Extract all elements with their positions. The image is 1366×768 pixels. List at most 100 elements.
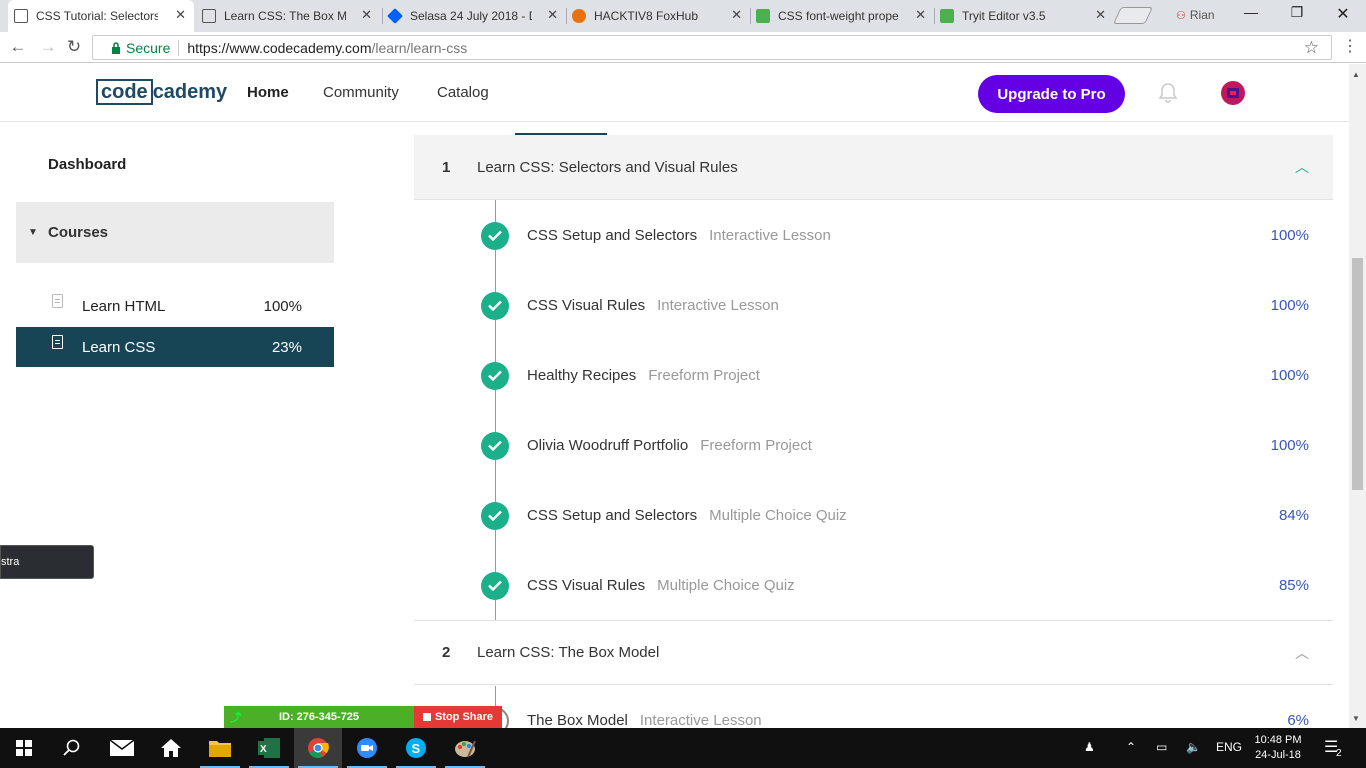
bookmark-star-icon[interactable]: ☆ [1304,38,1319,58]
codecademy-favicon-icon [14,9,28,23]
dashboard-link[interactable]: Dashboard [48,156,126,173]
zoom-icon[interactable] [343,728,391,768]
profile-icon: ⚇ [1176,9,1186,22]
excel-icon[interactable]: X [245,728,293,768]
lesson-title: Olivia Woodruff Portfolio Freeform Projec… [527,437,812,454]
mail-icon[interactable] [98,728,146,768]
close-tab-icon[interactable]: ✕ [361,8,372,22]
tab-title: CSS font-weight prope [778,8,899,23]
share-id-label[interactable]: ⤴ ID: 276-345-725 [224,706,414,728]
lesson-row[interactable]: CSS Visual Rules Interactive Lesson 100% [414,286,1333,326]
reload-icon[interactable]: ↻ [64,37,84,57]
codecademy-logo[interactable]: code cademy [96,79,227,105]
lesson-type: Interactive Lesson [639,712,762,729]
tab-title: Tryit Editor v3.5 [962,8,1046,23]
chevron-up-icon[interactable]: ⌃ [1126,740,1136,754]
w3schools-favicon-icon [940,8,954,23]
codecademy-favicon-icon [202,8,216,23]
lesson-percent: 100% [1270,437,1309,454]
skype-icon[interactable]: S [392,728,440,768]
url-path: /learn/learn-css [371,39,468,56]
chrome-icon[interactable] [294,728,342,768]
file-explorer-icon[interactable] [196,728,244,768]
browser-tab[interactable]: HACKTIV8 FoxHub ✕ [566,0,750,31]
lesson-title: The Box Model Interactive Lesson [527,712,762,729]
browser-tab[interactable]: Learn CSS: The Box Mo ✕ [196,0,380,31]
profile-button[interactable]: ⚇ Rian [1176,8,1215,22]
check-icon [481,432,509,460]
chrome-menu-icon[interactable]: ⋮ [1342,36,1358,56]
close-tab-icon[interactable]: ✕ [915,8,926,22]
lesson-name: Olivia Woodruff Portfolio [527,437,689,454]
check-icon [481,292,509,320]
expand-arrow-icon[interactable]: ⤴ [230,709,241,725]
secure-indicator[interactable]: Secure [111,40,170,56]
lesson-name: CSS Visual Rules [527,577,646,594]
lesson-name: Healthy Recipes [527,367,637,384]
chevron-up-icon[interactable]: ︿ [1295,643,1309,663]
divider [178,39,180,56]
lesson-row[interactable]: CSS Setup and Selectors Interactive Lesso… [414,216,1333,256]
lesson-row[interactable]: CSS Visual Rules Multiple Choice Quiz 85% [414,566,1333,606]
secure-label: Secure [126,39,171,56]
forward-arrow-icon[interactable]: → [38,37,58,57]
lesson-title: CSS Setup and Selectors Interactive Lesso… [527,227,831,244]
back-arrow-icon[interactable]: ← [8,37,28,57]
close-tab-icon[interactable]: ✕ [1095,8,1106,22]
tab-title: CSS Tutorial: Selectors, [36,9,158,23]
lesson-row[interactable]: Olivia Woodruff Portfolio Freeform Projec… [414,426,1333,466]
lesson-type: Interactive Lesson [657,297,779,314]
windows-start-icon[interactable] [0,728,48,768]
tab-title: Learn CSS: The Box Mo [224,8,346,23]
close-tab-icon[interactable]: ✕ [731,8,742,22]
close-tab-icon[interactable]: ✕ [547,8,558,22]
restore-icon[interactable]: ❐ [1287,4,1307,21]
unit-header[interactable]: 1 Learn CSS: Selectors and Visual Rules … [414,135,1333,200]
windows-taskbar: X S ♟ ⌃ ▭ 🔈 ENG 10:48 PM 24-Jul-18 ☰ 2 [0,728,1366,768]
unit-header[interactable]: 2 Learn CSS: The Box Model ︿ [414,620,1333,685]
address-bar[interactable]: Secure https://www.codecademy.com/learn/… [92,35,1332,60]
stop-share-label: Stop Share [434,711,494,723]
scroll-up-arrow-icon[interactable]: ▲ [1352,70,1360,79]
scroll-down-arrow-icon[interactable]: ▼ [1352,714,1360,723]
upgrade-to-pro-button[interactable]: Upgrade to Pro [978,75,1125,113]
avatar[interactable] [1221,81,1245,105]
lesson-type: Multiple Choice Quiz [657,577,795,594]
svg-text:X: X [260,744,267,755]
nav-community[interactable]: Community [323,84,399,101]
home-icon[interactable] [147,728,195,768]
stop-share-button[interactable]: Stop Share [414,706,502,728]
people-icon[interactable]: ♟ [1084,740,1095,754]
browser-tab[interactable]: Tryit Editor v3.5 ✕ [934,0,1114,31]
sidebar-course-learn-css[interactable]: Learn CSS 23% [16,327,334,367]
notification-bell-icon[interactable] [1158,82,1178,104]
volume-icon[interactable]: 🔈 [1186,740,1201,754]
sidebar-course-learn-html[interactable]: Learn HTML 100% [16,286,334,326]
language-indicator[interactable]: ENG [1216,740,1242,754]
nav-home[interactable]: Home [247,84,289,101]
tab-title: Selasa 24 July 2018 - D [410,8,532,23]
lesson-row[interactable]: CSS Setup and Selectors Multiple Choice Q… [414,496,1333,536]
chevron-up-icon[interactable]: ︿ [1295,157,1309,177]
new-tab-button[interactable] [1113,7,1153,24]
logo-boxed-text: code [96,79,153,105]
search-icon[interactable] [48,728,96,768]
minimize-icon[interactable]: — [1241,4,1261,20]
lesson-row[interactable]: Healthy Recipes Freeform Project 100% [414,356,1333,396]
close-tab-icon[interactable]: ✕ [175,8,186,22]
course-percent: 100% [263,297,302,315]
battery-icon[interactable]: ▭ [1156,740,1167,754]
unit-number: 1 [442,158,451,176]
site-header: code cademy Home Community Catalog Upgrad… [0,64,1349,122]
paint-icon[interactable] [441,728,489,768]
clock-date: 24-Jul-18 [1255,749,1301,761]
scrollbar-thumb[interactable] [1352,258,1363,490]
lesson-title: CSS Visual Rules Multiple Choice Quiz [527,577,795,594]
browser-tab[interactable]: CSS Tutorial: Selectors, ✕ [8,0,194,32]
browser-tab[interactable]: Selasa 24 July 2018 - D ✕ [382,0,566,31]
courses-toggle[interactable]: ▼ Courses [16,202,334,263]
browser-tab[interactable]: CSS font-weight prope ✕ [750,0,934,31]
system-clock[interactable]: 10:48 PM 24-Jul-18 [1248,733,1308,763]
close-window-icon[interactable]: ✕ [1333,4,1353,24]
nav-catalog[interactable]: Catalog [437,84,489,101]
